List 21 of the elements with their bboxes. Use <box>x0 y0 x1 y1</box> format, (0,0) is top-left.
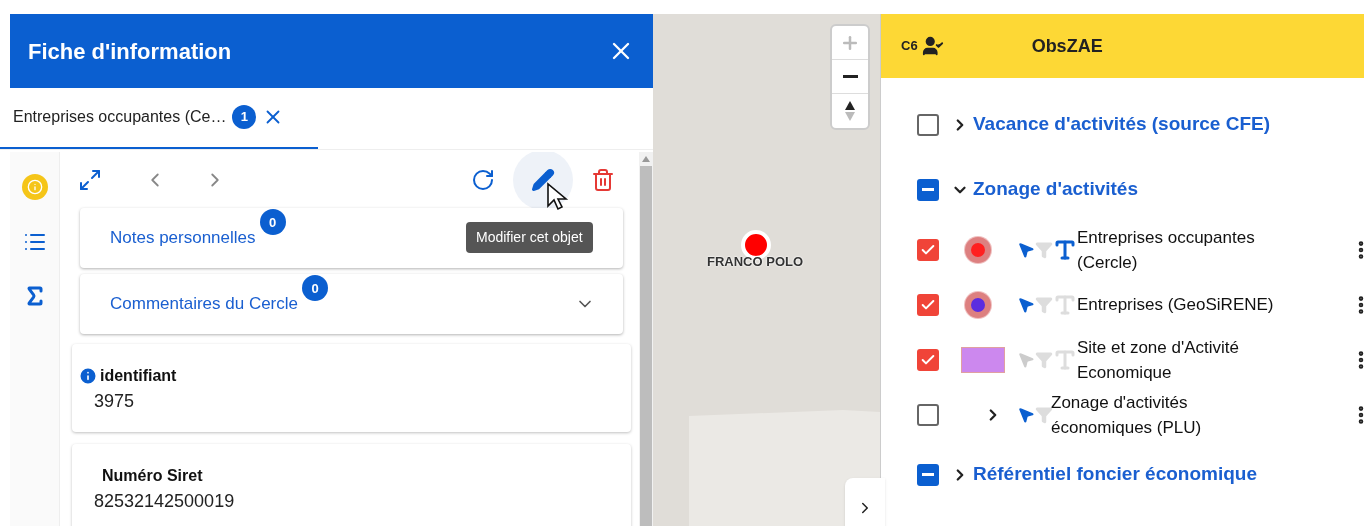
field-label: identifiant <box>100 366 177 386</box>
layer-label: Entreprises (GeoSiRENE) <box>1077 294 1275 316</box>
tooltip: Modifier cet objet <box>466 222 593 253</box>
panel-title: ObsZAE <box>1031 34 1103 58</box>
tab[interactable]: Entreprises occupantes (Ce… 1 <box>0 87 318 149</box>
layer-label: Zonage d'activités économiques (PLU) <box>1051 391 1203 439</box>
field-value: 3975 <box>93 390 136 413</box>
group-toggle[interactable]: Vacance d'activités (source CFE) <box>951 110 1271 139</box>
count-badge: 0 <box>302 275 328 302</box>
layer-label: Entreprises occupantes (Cercle) <box>1077 226 1256 274</box>
count-badge: 1 <box>232 105 257 129</box>
layer-label: Site et zone d'Activité Economique <box>1077 336 1240 384</box>
field-label: Numéro Siret <box>102 466 203 486</box>
section-card[interactable]: Commentaires du Cercle 0 <box>80 274 623 334</box>
panel-title: Fiche d'information <box>28 37 232 66</box>
group-toggle[interactable]: Zonage d'activités <box>951 175 1138 204</box>
group-toggle[interactable]: Référentiel foncier économique <box>951 460 1257 489</box>
count-badge: 0 <box>259 209 286 236</box>
marker-label: FRANCO POLO <box>707 253 804 271</box>
theme-code: C6 <box>901 37 918 56</box>
field-value: 82532142500019 <box>93 490 236 513</box>
